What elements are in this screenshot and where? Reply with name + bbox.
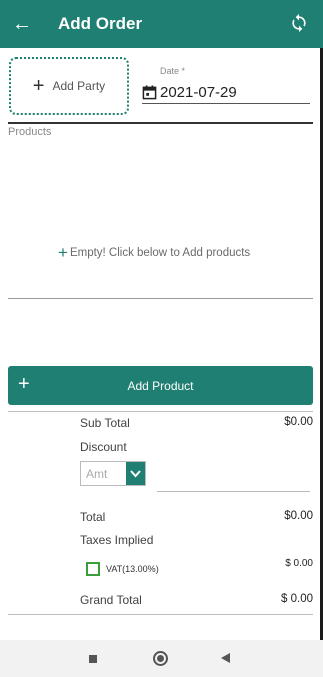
products-label: Products [8,126,52,138]
total-value: $0.00 [284,510,313,522]
system-navigation-bar [0,640,323,677]
vat-value: $ 0.00 [285,558,313,569]
vat-label: VAT(13.00%) [106,564,159,574]
date-value: 2021-07-29 [160,84,237,101]
home-icon[interactable] [153,651,168,666]
recents-icon[interactable] [89,655,97,663]
sync-icon[interactable] [289,13,309,33]
add-product-label: Add Product [127,379,194,393]
sub-total-label: Sub Total [80,416,130,430]
taxes-label: Taxes Implied [80,533,154,547]
date-label: Date * [160,66,186,76]
discount-label: Discount [80,440,127,454]
discount-type-select[interactable]: Amt [80,461,146,486]
divider [8,411,313,412]
app-bar: ← Add Order [0,0,323,48]
back-arrow-icon[interactable]: ← [12,0,32,48]
plus-icon: + [58,243,68,262]
divider [8,614,313,615]
total-label: Total [80,510,106,524]
divider [8,298,313,299]
empty-products-text: Empty! Click below to Add products [69,246,251,259]
date-field[interactable]: 2021-07-29 [142,82,310,104]
page-title: Add Order [58,14,143,33]
grand-total-label: Grand Total [80,593,142,607]
discount-input[interactable] [157,491,310,492]
chevron-down-icon[interactable] [126,462,145,485]
add-product-button[interactable]: + Add Product [8,366,313,405]
discount-amount-placeholder: Amt [86,467,108,481]
add-party-button[interactable]: + Add Party [9,57,129,115]
grand-total-value: $ 0.00 [281,593,313,605]
calendar-icon [142,85,157,100]
vat-checkbox[interactable] [86,562,100,576]
add-party-label: Add Party [52,79,106,93]
divider [8,122,313,124]
empty-products-message[interactable]: + Empty! Click below to Add products [58,244,250,261]
plus-icon: + [32,75,45,97]
sub-total-value: $0.00 [284,416,313,428]
back-triangle-icon[interactable] [221,653,230,663]
